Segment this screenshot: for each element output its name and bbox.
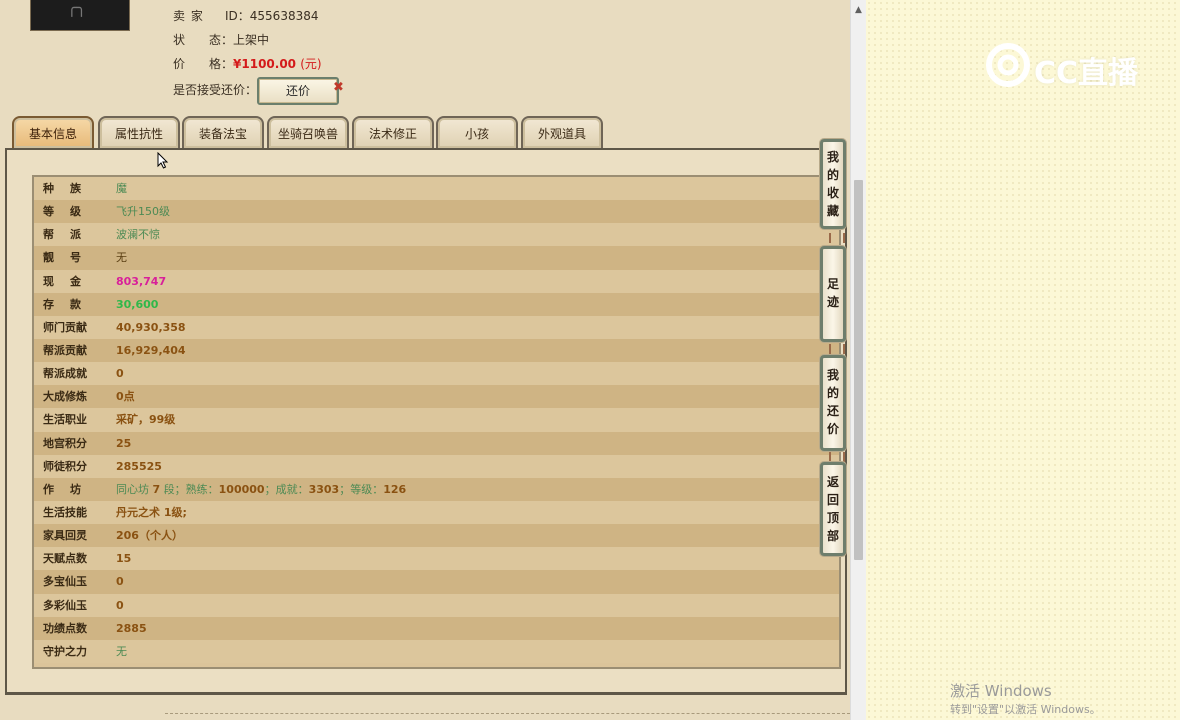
bargain-button[interactable]: 还价 [257, 77, 339, 105]
table-row: 种族魔 [34, 177, 839, 201]
table-row: 师门贡献 40,930,358 [34, 315, 839, 339]
table-row: 帮派贡献 16,929,404 [34, 338, 839, 363]
back-to-top-button[interactable]: 返回顶部 [820, 462, 846, 556]
table-row: 师徒积分 285525 [34, 454, 839, 478]
connector [829, 233, 845, 243]
bargain-label: 是否接受还价： [173, 83, 258, 97]
table-row: 多宝仙玉 0 [34, 570, 839, 594]
close-icon[interactable]: ✖ [333, 80, 344, 95]
divider [165, 713, 850, 714]
table-row: 存款 30,600 [34, 292, 839, 316]
vertical-scrollbar[interactable]: ▲ [850, 0, 866, 720]
info-table: 种族魔 等级 飞升150级 帮派 波澜不惊 靓号无 现金 803,747 存款 30,6… [32, 175, 841, 669]
table-row: 地宫积分 25 [34, 431, 839, 455]
status-value: 上架中 [233, 33, 270, 47]
my-favorites-button[interactable]: 我的收藏 [820, 139, 846, 229]
bargain-row: 是否接受还价： [173, 82, 257, 98]
seller-label: 卖 家 [173, 9, 204, 23]
footprints-button[interactable]: 足迹 [820, 246, 846, 342]
my-bargains-button[interactable]: 我的还价 [820, 355, 846, 451]
status-label: 状 态： [173, 33, 234, 47]
price-row: 价 格：¥1100.00 (元) [173, 56, 322, 72]
tab-attributes[interactable]: 属性抗性 [98, 116, 180, 148]
price-value: ¥1100.00 (元) [233, 57, 322, 71]
tab-spells[interactable]: 法术修正 [352, 116, 434, 148]
table-row: 帮派 波澜不惊 [34, 223, 839, 247]
seller-row: 卖 家 ID：455638384 [173, 8, 319, 24]
seller-id-label: ID： [225, 9, 250, 23]
tab-basic-info[interactable]: 基本信息 [12, 116, 94, 148]
connector [829, 452, 845, 462]
table-row: 生活技能 丹元之术 1级; [34, 500, 839, 525]
table-row: 天赋点数 15 [34, 547, 839, 571]
scroll-up-arrow-icon[interactable]: ▲ [851, 3, 866, 17]
tab-mounts-pets[interactable]: 坐骑召唤兽 [267, 116, 349, 148]
windows-activation-subtitle: 转到"设置"以激活 Windows。 [950, 703, 1101, 716]
trade-detail-page: ╭╮ 卖 家 ID：455638384 状 态：上架中 价 格：¥1100.00 … [0, 0, 850, 720]
connector [829, 344, 845, 354]
info-panel: 种族魔 等级 飞升150级 帮派 波澜不惊 靓号无 现金 803,747 存款 30,6… [5, 148, 847, 695]
tab-equipment[interactable]: 装备法宝 [182, 116, 264, 148]
table-row: 守护之力无 [34, 639, 839, 663]
table-row: 帮派成就 0 [34, 362, 839, 386]
scroll-thumb[interactable] [854, 180, 863, 560]
background-area [866, 0, 1180, 720]
table-row: 作坊 同心坊 7 段；熟练：100000；成就：3303；等级：126 [34, 477, 839, 501]
table-row: 等级 飞升150级 [34, 200, 839, 224]
tab-children[interactable]: 小孩 [436, 116, 518, 148]
watermark-text: CC直播 [1034, 56, 1139, 91]
table-row: 靓号无 [34, 246, 839, 270]
workshop-value: 同心坊 7 段；熟练：100000；成就：3303；等级：126 [116, 482, 407, 496]
table-row: 功绩点数 2885 [34, 616, 839, 640]
windows-activation-title: 激活 Windows [950, 682, 1052, 700]
seller-id: 455638384 [249, 9, 319, 23]
table-row: 现金 803,747 [34, 269, 839, 293]
table-row: 生活职业 采矿，99级 [34, 408, 839, 432]
character-avatar: ╭╮ [30, 0, 130, 31]
table-row: 大成修炼 0点 [34, 385, 839, 409]
price-label: 价 格： [173, 57, 234, 71]
table-row: 多彩仙玉 0 [34, 593, 839, 617]
tab-appearance[interactable]: 外观道具 [521, 116, 603, 148]
status-row: 状 态：上架中 [173, 32, 269, 48]
table-row: 家具回灵 206（个人） [34, 524, 839, 548]
